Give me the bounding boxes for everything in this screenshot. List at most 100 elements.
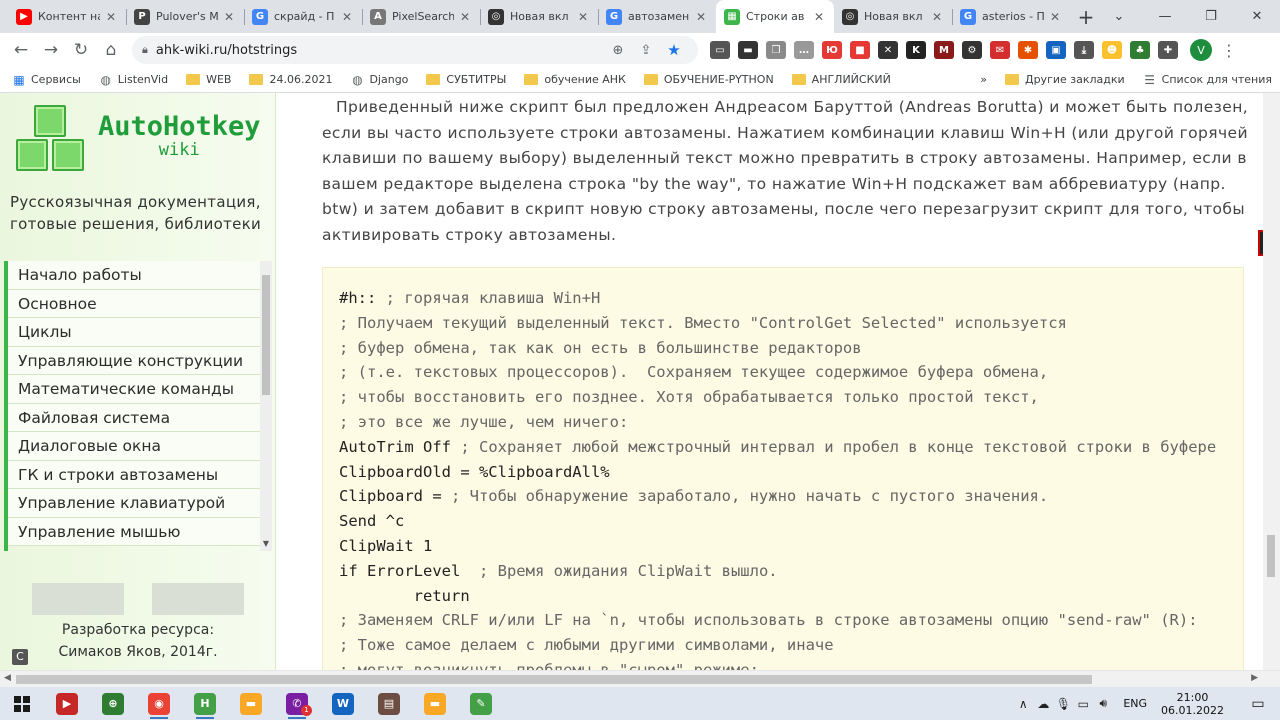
scroll-right-arrow-icon[interactable]: ▶ [1251,673,1258,683]
tab-close-icon[interactable]: ✕ [458,10,472,24]
minimize-button[interactable]: — [1142,0,1188,33]
sidebar-nav-item[interactable]: Математические команды [8,375,261,404]
tray-expand-chevron-icon[interactable]: ∧ [1013,697,1033,711]
chat-icon[interactable]: … [794,41,814,59]
home-button[interactable]: ⌂ [96,35,126,65]
cube-icon[interactable]: ■ [850,41,870,59]
taskbar-app[interactable]: ✎ [458,687,504,720]
zoom-icon[interactable]: ⊕ [604,43,632,58]
lock-icon[interactable]: 🔒︎ [142,43,148,57]
taskbar-app[interactable]: ▤ [366,687,412,720]
ad-banner[interactable] [32,583,124,615]
reader-icon[interactable]: ▭ [710,41,730,59]
tab-close-icon[interactable]: ✕ [930,10,944,24]
browser-tab[interactable]: ▶ Контент на ✕ [8,0,126,33]
tab-close-icon[interactable]: ✕ [340,10,354,24]
taskbar-app[interactable]: H [182,687,228,720]
x-icon[interactable]: ✕ [878,41,898,59]
more-bookmarks-chevron[interactable]: » [980,73,987,86]
bookmark-item[interactable]: 24.06.2021 [249,73,332,86]
forward-button[interactable]: → [36,35,66,65]
tab-close-icon[interactable]: ✕ [694,10,708,24]
tab-close-icon[interactable]: ✕ [576,10,590,24]
sidebar-nav-item[interactable]: Файловая система [8,403,261,432]
url-text[interactable]: ahk-wiki.ru/hotstrings [156,43,604,58]
site-logo[interactable]: AutoHotkey wiki [10,105,261,179]
bookmark-item[interactable]: ◍ ListenVid [99,73,169,87]
notifications-icon[interactable]: ▭ [1242,696,1274,712]
smile-icon[interactable]: ☻ [1102,41,1122,59]
bookmark-item[interactable]: ▦ Сервисы [12,73,80,87]
page-scroll-thumb[interactable] [1267,535,1275,577]
browser-tab[interactable]: A PixelSearch ✕ [362,0,480,33]
onedrive-icon[interactable]: ☁ [1033,697,1053,711]
tab-close-icon[interactable]: ✕ [222,10,236,24]
sidebar-nav-item[interactable]: Управляющие конструкции [8,346,261,375]
tab-close-icon[interactable]: ✕ [1048,10,1062,24]
nav-scroll-thumb[interactable] [262,275,270,395]
reading-list[interactable]: ☰ Список для чтения [1143,73,1272,87]
clock[interactable]: 21:00 06.01.2022 [1161,691,1224,717]
bookmark-item[interactable]: ОБУЧЕНИЕ-PYTHON [643,73,774,86]
taskbar-app[interactable]: ▶ [44,687,90,720]
sidebar-nav-item[interactable]: Диалоговые окна [8,432,261,461]
bookmark-star-icon[interactable]: ★ [660,41,688,59]
folder-icon[interactable]: ▬ [738,41,758,59]
download-icon[interactable]: ⤓ [1074,41,1094,59]
sidebar-nav-item[interactable]: Циклы [8,318,261,347]
taskbar-app[interactable]: W [320,687,366,720]
page-scrollbar[interactable] [1263,93,1280,670]
taskbar-app[interactable]: ✆ 1 [274,687,320,720]
taskbar-app[interactable]: ⊕ [90,687,136,720]
magic-icon[interactable]: ✱ [1018,41,1038,59]
yandex-icon[interactable]: Ю [822,41,842,59]
bookmark-item[interactable]: обучение АНК [524,73,626,86]
sidebar-nav-item[interactable]: ГК и строки автозамены [8,460,261,489]
leaf-icon[interactable]: ♣ [1130,41,1150,59]
sidebar-nav-item[interactable]: Управление мышью [8,517,261,546]
sidebar-nav-item[interactable]: Начало работы [8,261,261,290]
bookmark-item[interactable]: АНГЛИЙСКИЙ [791,73,891,86]
taskbar-app[interactable]: ◉ [136,687,182,720]
book-icon[interactable]: ❒ [766,41,786,59]
menu-dots-icon[interactable]: ⋮ [1218,41,1240,60]
scroll-left-arrow-icon[interactable]: ◀ [4,673,11,683]
other-bookmarks[interactable]: Другие закладки [1004,73,1125,86]
close-window-button[interactable]: ✕ [1234,0,1280,33]
sidebar-nav-item[interactable]: Управление клавиатурой [8,489,261,518]
address-bar[interactable]: 🔒︎ ahk-wiki.ru/hotstrings ⊕ ⇪ ★ [132,36,698,64]
browser-tab[interactable]: ▦ Строки ав ✕ [716,0,834,33]
mic-icon[interactable]: 🎙︎ [1053,697,1073,711]
bookmark-item[interactable]: WEB [186,73,231,86]
horizontal-scroll-thumb[interactable] [16,675,1092,684]
k-icon[interactable]: K [906,41,926,59]
bookmark-item[interactable]: ◍ Django [350,73,408,87]
tab-close-icon[interactable]: ✕ [104,10,118,24]
sidebar-nav-item[interactable]: Основное [8,289,261,318]
browser-tab[interactable]: Gскрайд - П ✕ [244,0,362,33]
browser-tab[interactable]: P Pulover's M ✕ [126,0,244,33]
taskbar-app[interactable]: ▬ [228,687,274,720]
browser-tab[interactable]: ◎ Новая вкл ✕ [480,0,598,33]
bookmark-item[interactable]: СУБТИТРЫ [426,73,506,86]
nav-scrollbar[interactable]: ▼ [260,261,272,551]
puzzle-icon[interactable]: ✚ [1158,41,1178,59]
profile-avatar[interactable]: V [1190,39,1212,61]
taskbar-app[interactable]: ▬ [412,687,458,720]
scroll-down-arrow-icon[interactable]: ▼ [260,539,272,551]
reload-button[interactable]: ↻ [66,35,96,65]
restore-button[interactable]: ❐ [1188,0,1234,33]
horizontal-scrollbar[interactable]: ◀ ▶ [0,670,1280,687]
start-button[interactable] [0,687,44,720]
share-icon[interactable]: ⇪ [632,43,660,58]
input-language[interactable]: ENG [1123,697,1147,710]
browser-tab[interactable]: ◎ Новая вкл ✕ [834,0,952,33]
network-icon[interactable]: ▭ [1073,697,1093,711]
m-icon[interactable]: M [934,41,954,59]
mail-icon[interactable]: ✉ [990,41,1010,59]
tab-close-icon[interactable]: ✕ [812,10,826,24]
browser-tab[interactable]: Gasterios - П ✕ [952,0,1070,33]
tab-search-button[interactable]: ⌄ [1096,0,1142,33]
save-icon[interactable]: ▣ [1046,41,1066,59]
ad-banner[interactable] [152,583,244,615]
